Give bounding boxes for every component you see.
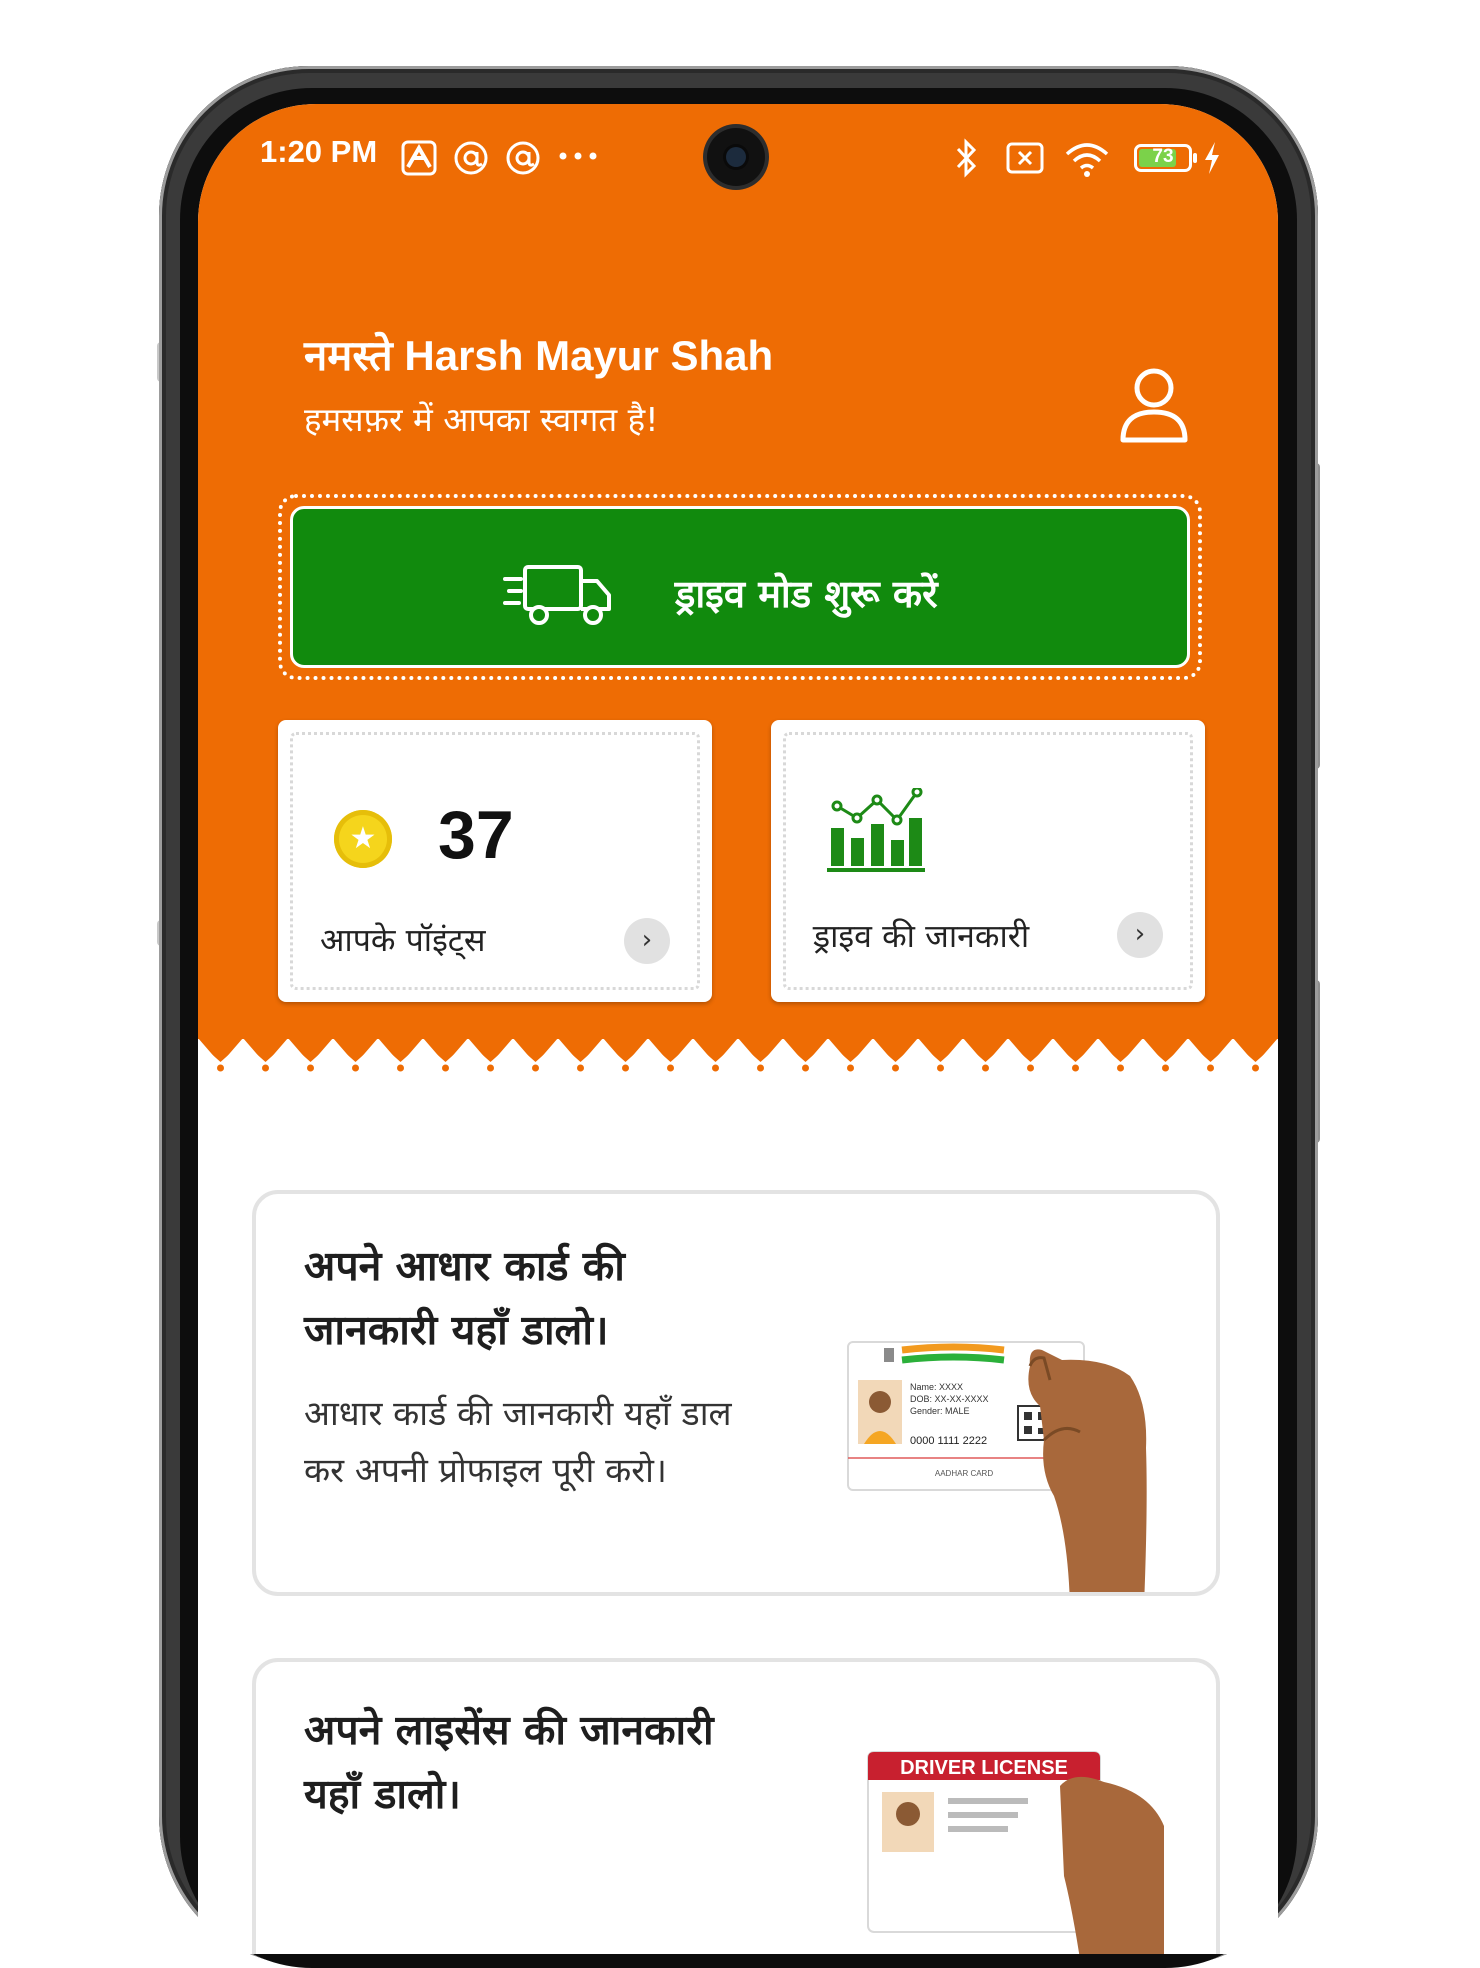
- points-card[interactable]: ★ 37 आपके पॉइंट्स ›: [278, 720, 712, 1002]
- status-bar: 1:20 PM 73: [198, 104, 1278, 214]
- greeting-title: नमस्ते Harsh Mayur Shah: [304, 332, 774, 379]
- zigzag-dot: [1252, 1064, 1259, 1072]
- driver-license-illustration: DRIVER LICENSE: [867, 1751, 1164, 1954]
- zigzag-dot: [532, 1064, 539, 1072]
- aadhar-card-illustration: Name: XXXX DOB: XX-XX-XXXX Gender: MALE …: [847, 1341, 1147, 1592]
- at-sign-icon: [454, 141, 488, 175]
- battery-level: 73: [1152, 146, 1174, 167]
- bar-chart-icon: [827, 788, 925, 872]
- zigzag-dot: [1072, 1064, 1079, 1072]
- app-screen: 1:20 PM 73 नमस्ते Harsh Mayur Shah हमसफ़…: [198, 104, 1278, 1954]
- no-sim-icon: [1006, 142, 1044, 174]
- zigzag-dot: [667, 1064, 674, 1072]
- chevron-right-icon[interactable]: ›: [624, 918, 670, 964]
- zigzag-dot: [262, 1064, 269, 1072]
- star-coin-icon: ★: [334, 810, 392, 868]
- drive-info-card[interactable]: ड्राइव की जानकारी ›: [771, 720, 1205, 1002]
- aadhar-line: Gender: MALE: [910, 1406, 970, 1416]
- zigzag-dot: [982, 1064, 989, 1072]
- front-camera: [707, 128, 765, 186]
- drive-mode-outline: ड्राइव मोड शुरू करें: [278, 494, 1202, 680]
- aadhar-line: Name: XXXX: [910, 1382, 963, 1392]
- status-time: 1:20 PM: [260, 134, 378, 169]
- aadhar-card-title: अपने आधार कार्ड की जानकारी यहाँ डालो।: [304, 1242, 625, 1354]
- zigzag-dot: [802, 1064, 809, 1072]
- aadhar-card-prompt[interactable]: अपने आधार कार्ड की जानकारी यहाँ डालो। आध…: [252, 1190, 1220, 1596]
- zigzag-dot: [397, 1064, 404, 1072]
- license-card-prompt[interactable]: अपने लाइसेंस की जानकारी यहाँ डालो। DRIVE…: [252, 1658, 1220, 1954]
- zigzag-dot: [577, 1064, 584, 1072]
- truck-icon: [503, 565, 611, 625]
- zigzag-dot: [1162, 1064, 1169, 1072]
- zigzag-dot: [757, 1064, 764, 1072]
- battery-icon: 73: [1134, 144, 1197, 172]
- zigzag-dot: [622, 1064, 629, 1072]
- zigzag-dot: [352, 1064, 359, 1072]
- zigzag-dot: [937, 1064, 944, 1072]
- zigzag-dot: [712, 1064, 719, 1072]
- zigzag-dot: [892, 1064, 899, 1072]
- zigzag-dot: [442, 1064, 449, 1072]
- points-value: 37: [438, 797, 514, 873]
- zigzag-dot: [847, 1064, 854, 1072]
- drive-mode-label: ड्राइव मोड शुरू करें: [675, 572, 938, 616]
- license-card-title: अपने लाइसेंस की जानकारी यहाँ डालो।: [304, 1706, 714, 1818]
- app-notification-icon: [401, 140, 437, 176]
- start-drive-mode-button[interactable]: ड्राइव मोड शुरू करें: [290, 506, 1190, 668]
- zigzag-border: [198, 1038, 1278, 1072]
- charging-icon: [1205, 142, 1219, 174]
- bluetooth-icon: [956, 138, 977, 178]
- chevron-right-icon[interactable]: ›: [1117, 912, 1163, 958]
- aadhar-number: 0000 1111 2222: [910, 1435, 987, 1447]
- more-dots-icon: [559, 152, 597, 160]
- aadhar-line: DOB: XX-XX-XXXX: [910, 1394, 989, 1404]
- aadhar-caption: AADHAR CARD: [935, 1469, 993, 1478]
- zigzag-dot: [217, 1064, 224, 1072]
- aadhar-card-description: आधार कार्ड की जानकारी यहाँ डाल कर अपनी प…: [304, 1394, 732, 1491]
- zigzag-dot: [1027, 1064, 1034, 1072]
- zigzag-dot: [307, 1064, 314, 1072]
- license-header: DRIVER LICENSE: [900, 1757, 1068, 1779]
- at-sign-icon: [506, 141, 540, 175]
- zigzag-dot: [1117, 1064, 1124, 1072]
- drive-info-label: ड्राइव की जानकारी: [813, 917, 1030, 955]
- zigzag-dot: [1207, 1064, 1214, 1072]
- profile-icon[interactable]: [1118, 366, 1190, 444]
- zigzag-dot: [487, 1064, 494, 1072]
- points-label: आपके पॉइंट्स: [320, 921, 486, 959]
- wifi-icon: [1065, 143, 1109, 177]
- welcome-subtitle: हमसफ़र में आपका स्वागत है!: [304, 400, 659, 439]
